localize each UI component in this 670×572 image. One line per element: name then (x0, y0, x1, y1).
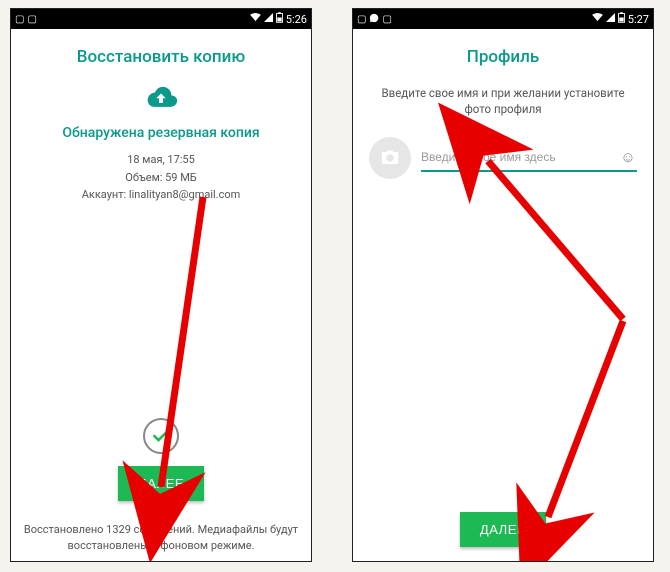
app-icon: ▢ (15, 14, 24, 25)
signal-icon (606, 13, 615, 25)
avatar-placeholder[interactable] (369, 137, 411, 179)
wifi-icon (592, 13, 603, 25)
success-checkmark-icon (143, 418, 179, 454)
battery-icon (276, 12, 283, 26)
next-button[interactable]: ДАЛЕЕ (460, 512, 546, 547)
whatsapp-icon (369, 13, 379, 26)
screen-subtitle: Введите свое имя и при желании установит… (375, 85, 631, 117)
app-icon: ▢ (382, 14, 391, 25)
status-time: 5:27 (628, 13, 649, 26)
emoji-icon[interactable]: ☺ (619, 148, 637, 166)
restore-status-message: Восстановлено 1329 сообщений. Медиафайлы… (21, 522, 301, 553)
status-time: 5:26 (286, 13, 307, 26)
status-bar: ▢ ▢ 5:26 (11, 9, 311, 29)
app-icon: ▢ (27, 14, 36, 25)
phone-screenshot-restore: ▢ ▢ 5:26 Восстановить копию Обнаружена р… (10, 8, 312, 562)
name-input-wrap: ☺ (421, 144, 637, 172)
screen-title: Восстановить копию (23, 47, 299, 67)
screen-title: Профиль (365, 47, 641, 67)
camera-icon (381, 150, 399, 166)
next-button[interactable]: ДАЛЕЕ (118, 466, 204, 501)
backup-found-label: Обнаружена резервная копия (23, 125, 299, 141)
app-icon: ▢ (357, 14, 366, 25)
backup-date: 18 мая, 17:55 (23, 151, 299, 169)
name-input[interactable] (421, 150, 619, 164)
cloud-upload-icon (142, 85, 180, 111)
status-bar: ▢ ▢ 5:27 (353, 9, 653, 29)
battery-icon (618, 12, 625, 26)
backup-account: Аккаунт: linalityan8@gmail.com (23, 186, 299, 204)
signal-icon (264, 13, 273, 25)
phone-screenshot-profile: ▢ ▢ 5:27 Профиль Введите свое имя и при … (352, 8, 654, 562)
wifi-icon (250, 13, 261, 25)
backup-size: Объем: 59 МБ (23, 169, 299, 187)
